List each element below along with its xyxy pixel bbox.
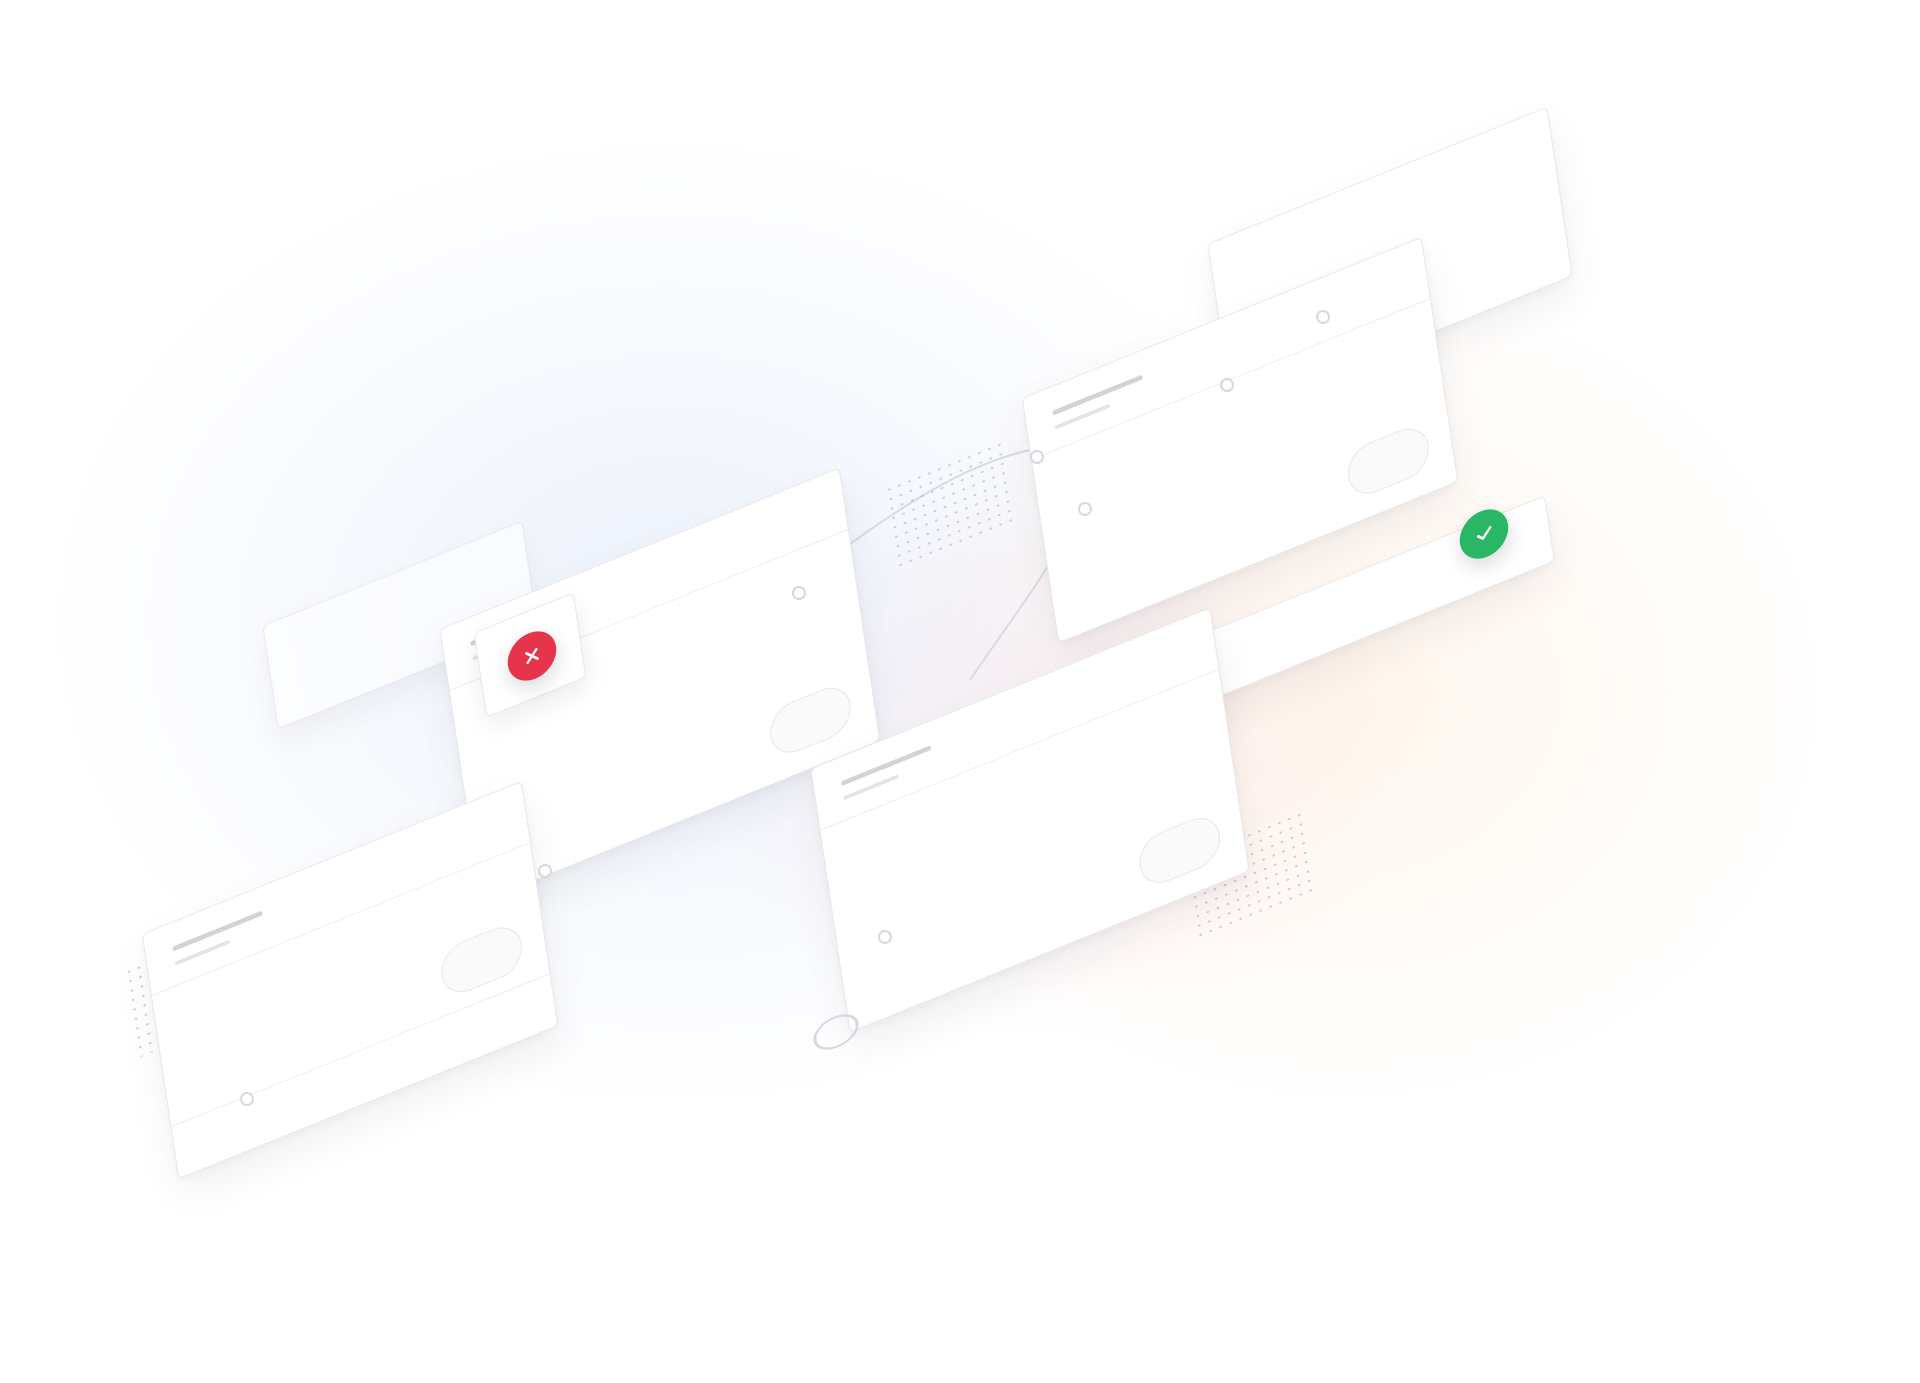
connector-node <box>538 864 552 878</box>
workflow-card <box>810 607 1249 1033</box>
connector-node <box>1030 450 1044 464</box>
connector-node <box>1078 502 1092 516</box>
connector-node <box>792 586 806 600</box>
connector-node <box>1220 378 1234 392</box>
connector-node <box>878 930 892 944</box>
connector-node <box>1316 310 1330 324</box>
workflow-card <box>142 781 559 1180</box>
check-icon <box>1473 521 1496 548</box>
diagram-stage <box>0 0 1920 1383</box>
close-icon <box>521 643 544 670</box>
connector-terminal <box>811 1008 860 1056</box>
dotgrid-decoration <box>884 438 1017 571</box>
connector-node <box>240 1092 254 1106</box>
